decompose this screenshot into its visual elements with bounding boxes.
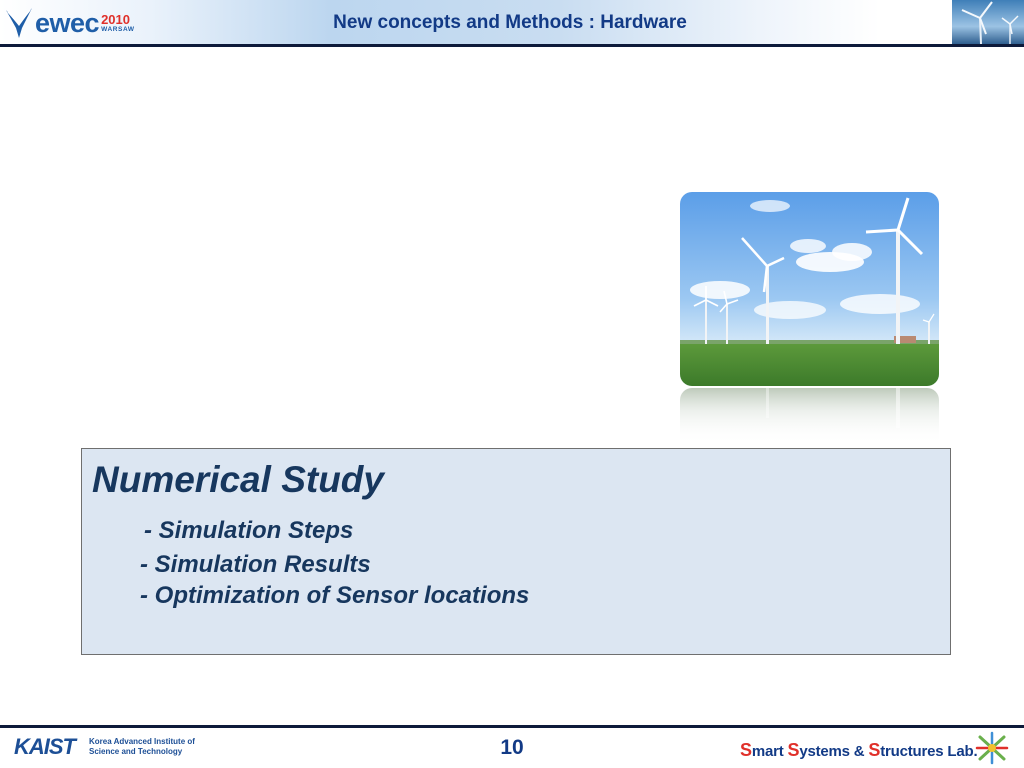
- header-rule: [0, 44, 1024, 47]
- photo-reflection: [680, 388, 939, 444]
- lab-logo-icon: [975, 731, 1009, 765]
- outline-item-simulation-results: - Simulation Results: [140, 551, 371, 578]
- kaist-subtitle: Korea Advanced Institute of Science and …: [89, 737, 195, 756]
- page-number: 10: [500, 736, 524, 759]
- slide-title: New concepts and Methods : Hardware: [333, 12, 687, 33]
- outline-box: Numerical Study - Simulation Steps - Sim…: [81, 448, 951, 655]
- turbine-corner-icon: [952, 0, 1024, 44]
- wind-turbines-photo: [680, 192, 939, 386]
- outline-item-sensor-optimization: - Optimization of Sensor locations: [140, 582, 530, 609]
- section-heading: Numerical Study: [92, 459, 384, 500]
- footer-rule: [0, 725, 1024, 728]
- kaist-wordmark: KAIST: [14, 734, 76, 759]
- slide-header: ewec 2010 WARSAW New concepts and Method…: [0, 0, 1024, 46]
- kaist-logo: KAIST Korea Advanced Institute of Scienc…: [14, 734, 199, 760]
- lab-name: Smart Systems & Structures Lab.: [740, 740, 978, 760]
- outline-item-simulation-steps: - Simulation Steps: [144, 517, 354, 544]
